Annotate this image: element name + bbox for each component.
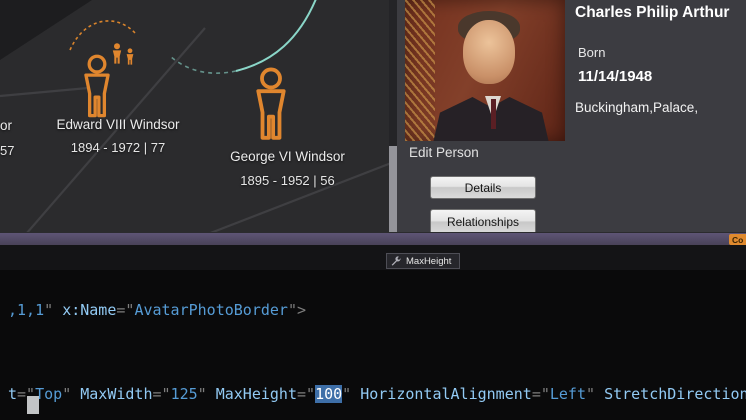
person-years-label: 1895 - 1952 | 56	[205, 173, 370, 188]
editor-caret-block	[27, 396, 39, 414]
edit-person-section-title: Edit Person	[409, 145, 479, 160]
family-tree-graphics	[0, 0, 397, 232]
relationships-button[interactable]: Relationships	[430, 209, 536, 232]
property-wrench-icon	[391, 256, 402, 267]
xaml-code-editor[interactable]: ,1,1" x:Name="AvatarPhotoBorder"> t="Top…	[0, 270, 746, 420]
clipped-person-years-fragment: 57	[0, 143, 14, 158]
person-name-label[interactable]: Edward VIII Windsor	[38, 117, 198, 132]
code-line[interactable]: t="Top" MaxWidth="125" MaxHeight="100" H…	[8, 385, 746, 403]
person-icon-edward[interactable]	[86, 56, 108, 115]
person-name-label[interactable]: George VI Windsor	[205, 149, 370, 164]
photo-tie	[491, 99, 496, 129]
person-icon-george[interactable]	[258, 69, 283, 137]
person-years-label: 1894 - 1972 | 77	[38, 140, 198, 155]
intellisense-completion-item[interactable]: MaxHeight	[386, 253, 460, 269]
born-place-value: Buckingham,Palace,	[575, 100, 746, 115]
scrollbar-thumb[interactable]	[389, 146, 397, 232]
splitter-badge[interactable]: Co	[729, 234, 746, 245]
person-photo	[405, 0, 565, 141]
editor-top-strip: MaxHeight	[0, 245, 746, 270]
family-group-icon	[113, 43, 121, 63]
born-label: Born	[578, 45, 605, 60]
relationship-curve	[236, 0, 318, 71]
relationship-curve-dashed	[170, 56, 236, 73]
person-details-panel: Charles Philip Arthur Born 11/14/1948 Bu…	[397, 0, 746, 232]
clipped-person-name-fragment: or	[0, 118, 12, 133]
panel-scrollbar[interactable]	[389, 0, 397, 232]
person-full-name-title: Charles Philip Arthur	[575, 4, 745, 22]
born-date-value: 11/14/1948	[578, 68, 652, 85]
details-button[interactable]: Details	[430, 176, 536, 199]
completion-item-label: MaxHeight	[406, 256, 451, 267]
photo-face	[463, 20, 515, 84]
parent-link-arc	[70, 21, 136, 50]
photo-background-pattern	[405, 0, 435, 141]
family-group-icon-2	[127, 48, 134, 64]
designer-xaml-splitter[interactable]: Co	[0, 232, 746, 245]
code-line[interactable]: ,1,1" x:Name="AvatarPhotoBorder">	[8, 301, 306, 319]
app-window: Edward VIII Windsor 1894 - 1972 | 77 Geo…	[0, 0, 746, 420]
family-tree-canvas[interactable]: Edward VIII Windsor 1894 - 1972 | 77 Geo…	[0, 0, 397, 232]
xaml-designer-surface: Edward VIII Windsor 1894 - 1972 | 77 Geo…	[0, 0, 746, 232]
